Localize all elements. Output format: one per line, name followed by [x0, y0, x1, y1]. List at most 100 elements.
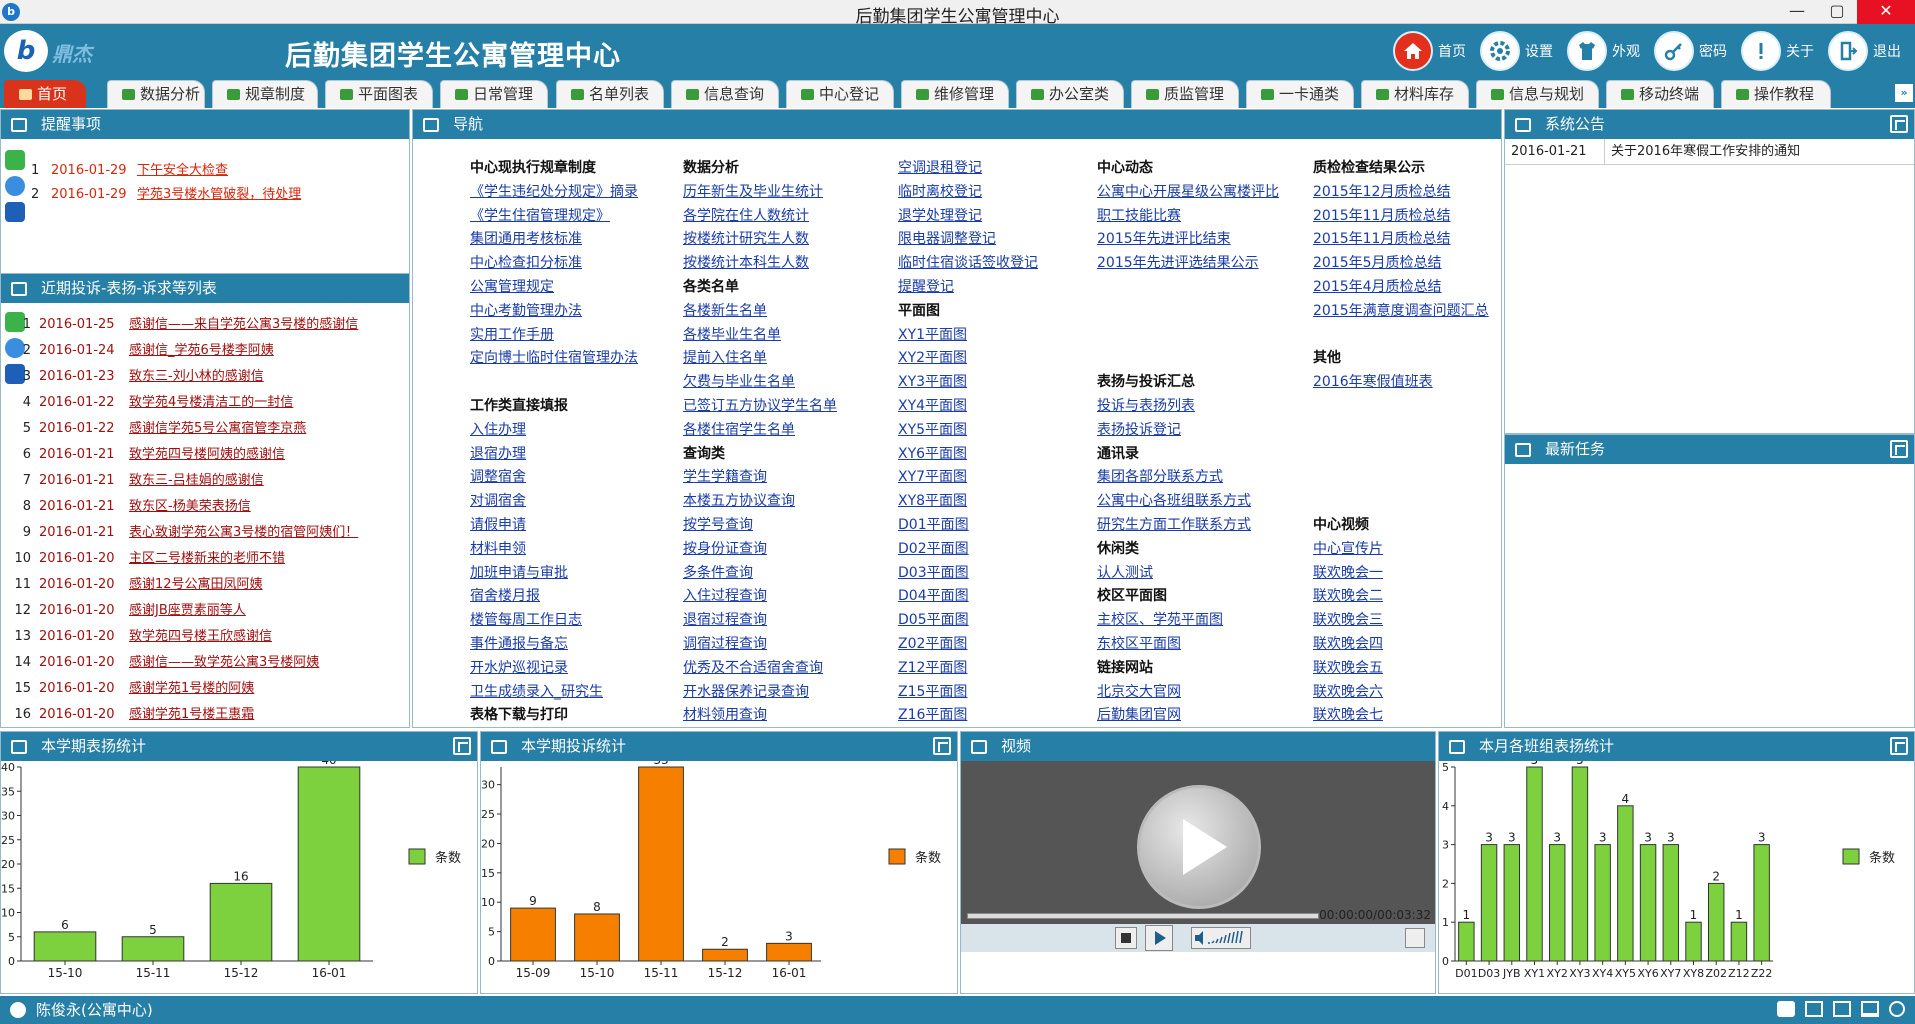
nav-link[interactable]: 2015年12月质检总结	[1313, 181, 1489, 205]
reminder-item[interactable]: 2 2016-01-29 学苑3号楼水管破裂，待处理	[31, 183, 301, 202]
nav-link[interactable]: XY2平面图	[898, 347, 1038, 371]
nav-link[interactable]: 请假申请	[470, 514, 638, 538]
complaint-row[interactable]: 6 2016-01-21 致学苑四号楼阿姨的感谢信	[9, 442, 358, 468]
bar[interactable]	[510, 907, 556, 962]
nav-link[interactable]: 卫生成绩录入_研究生	[470, 681, 638, 705]
nav-link[interactable]: 按身份证查询	[683, 538, 837, 562]
play-button[interactable]	[1145, 925, 1173, 951]
nav-link[interactable]: 联欢晚会六	[1313, 681, 1489, 705]
nav-link[interactable]: 中心考勤管理办法	[470, 300, 638, 324]
nav-link[interactable]: 本楼五方协议查询	[683, 490, 837, 514]
tab-item[interactable]: 一卡通类	[1246, 80, 1354, 108]
bar[interactable]	[209, 882, 273, 962]
nav-link[interactable]: 联欢晚会五	[1313, 657, 1489, 681]
complaint-row[interactable]: 2 2016-01-24 感谢信_学苑6号楼李阿姨	[9, 338, 358, 364]
nav-link[interactable]: D01平面图	[898, 514, 1038, 538]
nav-link[interactable]: D03平面图	[898, 562, 1038, 586]
complaint-row[interactable]: 8 2016-01-21 致东区-杨美荣表扬信	[9, 494, 358, 520]
nav-link[interactable]: Z16平面图	[898, 704, 1038, 727]
monitor-icon[interactable]	[1861, 1001, 1879, 1017]
fullscreen-button[interactable]	[1405, 928, 1425, 948]
nav-link[interactable]: XY7平面图	[898, 466, 1038, 490]
bar[interactable]	[1617, 805, 1634, 962]
tab-item[interactable]: 平面图表	[325, 80, 433, 108]
nav-link[interactable]: 公寓管理规定	[470, 276, 638, 300]
nav-link[interactable]: 各楼新生名单	[683, 300, 837, 324]
bar[interactable]	[1594, 844, 1611, 962]
nav-link[interactable]: 按楼统计本科生人数	[683, 252, 837, 276]
nav-link[interactable]: 历年新生及毕业生统计	[683, 181, 837, 205]
maximize-icon[interactable]	[933, 737, 951, 755]
nav-link[interactable]: 提醒登记	[898, 276, 1038, 300]
bar[interactable]	[1548, 844, 1566, 962]
nav-link[interactable]: 各楼毕业生名单	[683, 324, 837, 348]
bar[interactable]	[1662, 844, 1680, 962]
tab-scroll-right-button[interactable]: »	[1895, 84, 1913, 102]
nav-link[interactable]: 2015年11月质检总结	[1313, 228, 1489, 252]
bar[interactable]	[702, 948, 748, 962]
nav-link[interactable]: 研究生方面工作联系方式	[1097, 514, 1279, 538]
nav-link[interactable]: 楼管每周工作日志	[470, 609, 638, 633]
nav-link[interactable]: XY8平面图	[898, 490, 1038, 514]
complaint-row[interactable]: 12 2016-01-20 感谢JB座贾素丽等人	[9, 598, 358, 624]
complaint-row[interactable]: 9 2016-01-21 表心致谢学苑公寓3号楼的宿管阿姨们！	[9, 520, 359, 546]
nav-link[interactable]: 联欢晚会四	[1313, 633, 1489, 657]
nav-link[interactable]: 定向博士临时住宿管理办法	[470, 347, 638, 371]
tab-item[interactable]: 规章制度	[212, 80, 318, 108]
complaint-row[interactable]: 14 2016-01-20 感谢信——致学苑公寓3号楼阿姨	[9, 650, 358, 676]
minimize-button[interactable]: —	[1777, 0, 1817, 24]
bar[interactable]	[1639, 844, 1657, 962]
nav-link[interactable]: 退宿办理	[470, 443, 638, 467]
nav-link[interactable]: 公寓中心各班组联系方式	[1097, 490, 1279, 514]
bar[interactable]	[1503, 844, 1521, 962]
bar[interactable]	[33, 931, 97, 962]
nav-link[interactable]: 学生学籍查询	[683, 466, 837, 490]
nav-link[interactable]: 集团各部分联系方式	[1097, 466, 1279, 490]
tab-item[interactable]: 材料库存	[1361, 80, 1469, 108]
nav-link[interactable]: Z12平面图	[898, 657, 1038, 681]
nav-link[interactable]: 中心宣传片	[1313, 538, 1489, 562]
bar[interactable]	[574, 913, 620, 962]
tab-item[interactable]: 信息与规划	[1476, 80, 1599, 108]
nav-link[interactable]: XY3平面图	[898, 371, 1038, 395]
stop-button[interactable]	[1115, 927, 1137, 949]
tab-item[interactable]: 中心登记	[786, 80, 894, 108]
nav-link[interactable]: 联欢晚会三	[1313, 609, 1489, 633]
maximize-icon[interactable]	[453, 737, 471, 755]
maximize-icon[interactable]	[1890, 115, 1908, 133]
tab-item[interactable]: 日常管理	[440, 80, 548, 108]
nav-link[interactable]: 调整宿舍	[470, 466, 638, 490]
nav-link[interactable]: 按学号查询	[683, 514, 837, 538]
nav-link[interactable]: 加班申请与审批	[470, 562, 638, 586]
topnav-password[interactable]: 密码	[1654, 31, 1727, 71]
nav-link[interactable]: 按楼统计研究生人数	[683, 228, 837, 252]
bar[interactable]	[1685, 921, 1702, 962]
bar[interactable]	[766, 942, 812, 962]
topnav-settings[interactable]: 设置	[1480, 31, 1553, 71]
video-progress-bar[interactable]	[967, 913, 1319, 919]
nav-link[interactable]: 各学院在住人数统计	[683, 205, 837, 229]
nav-link[interactable]: 投诉与表扬列表	[1097, 395, 1279, 419]
maximize-button[interactable]: ▢	[1817, 0, 1857, 24]
nav-link[interactable]: 2015年先进评选结果公示	[1097, 252, 1279, 276]
compass-icon[interactable]	[5, 176, 25, 196]
tab-item[interactable]: 数据分析	[107, 80, 205, 108]
complaint-row[interactable]: 16 2016-01-20 感谢学苑1号楼王惠霜	[9, 702, 358, 727]
nav-link[interactable]: 退学处理登记	[898, 205, 1038, 229]
nav-link[interactable]: 材料领用查询	[683, 704, 837, 727]
grid-icon[interactable]	[1805, 1001, 1823, 1017]
nav-link[interactable]: XY1平面图	[898, 324, 1038, 348]
nav-link[interactable]: Z02平面图	[898, 633, 1038, 657]
nav-link[interactable]: 材料申领	[470, 538, 638, 562]
topnav-appearance[interactable]: 外观	[1567, 31, 1640, 71]
nav-link[interactable]: XY5平面图	[898, 419, 1038, 443]
recycle-icon[interactable]	[5, 150, 25, 170]
nav-link[interactable]: 北京交大官网	[1097, 681, 1279, 705]
nav-link[interactable]: 宿舍楼月报	[470, 585, 638, 609]
tab-home[interactable]: 首页	[4, 80, 86, 108]
nav-link[interactable]: 2015年先进评比结束	[1097, 228, 1279, 252]
topnav-exit[interactable]: 退出	[1828, 31, 1901, 71]
nav-link[interactable]: 2016年寒假值班表	[1313, 371, 1489, 395]
bar[interactable]	[638, 766, 684, 962]
nav-link[interactable]: 各楼住宿学生名单	[683, 419, 837, 443]
